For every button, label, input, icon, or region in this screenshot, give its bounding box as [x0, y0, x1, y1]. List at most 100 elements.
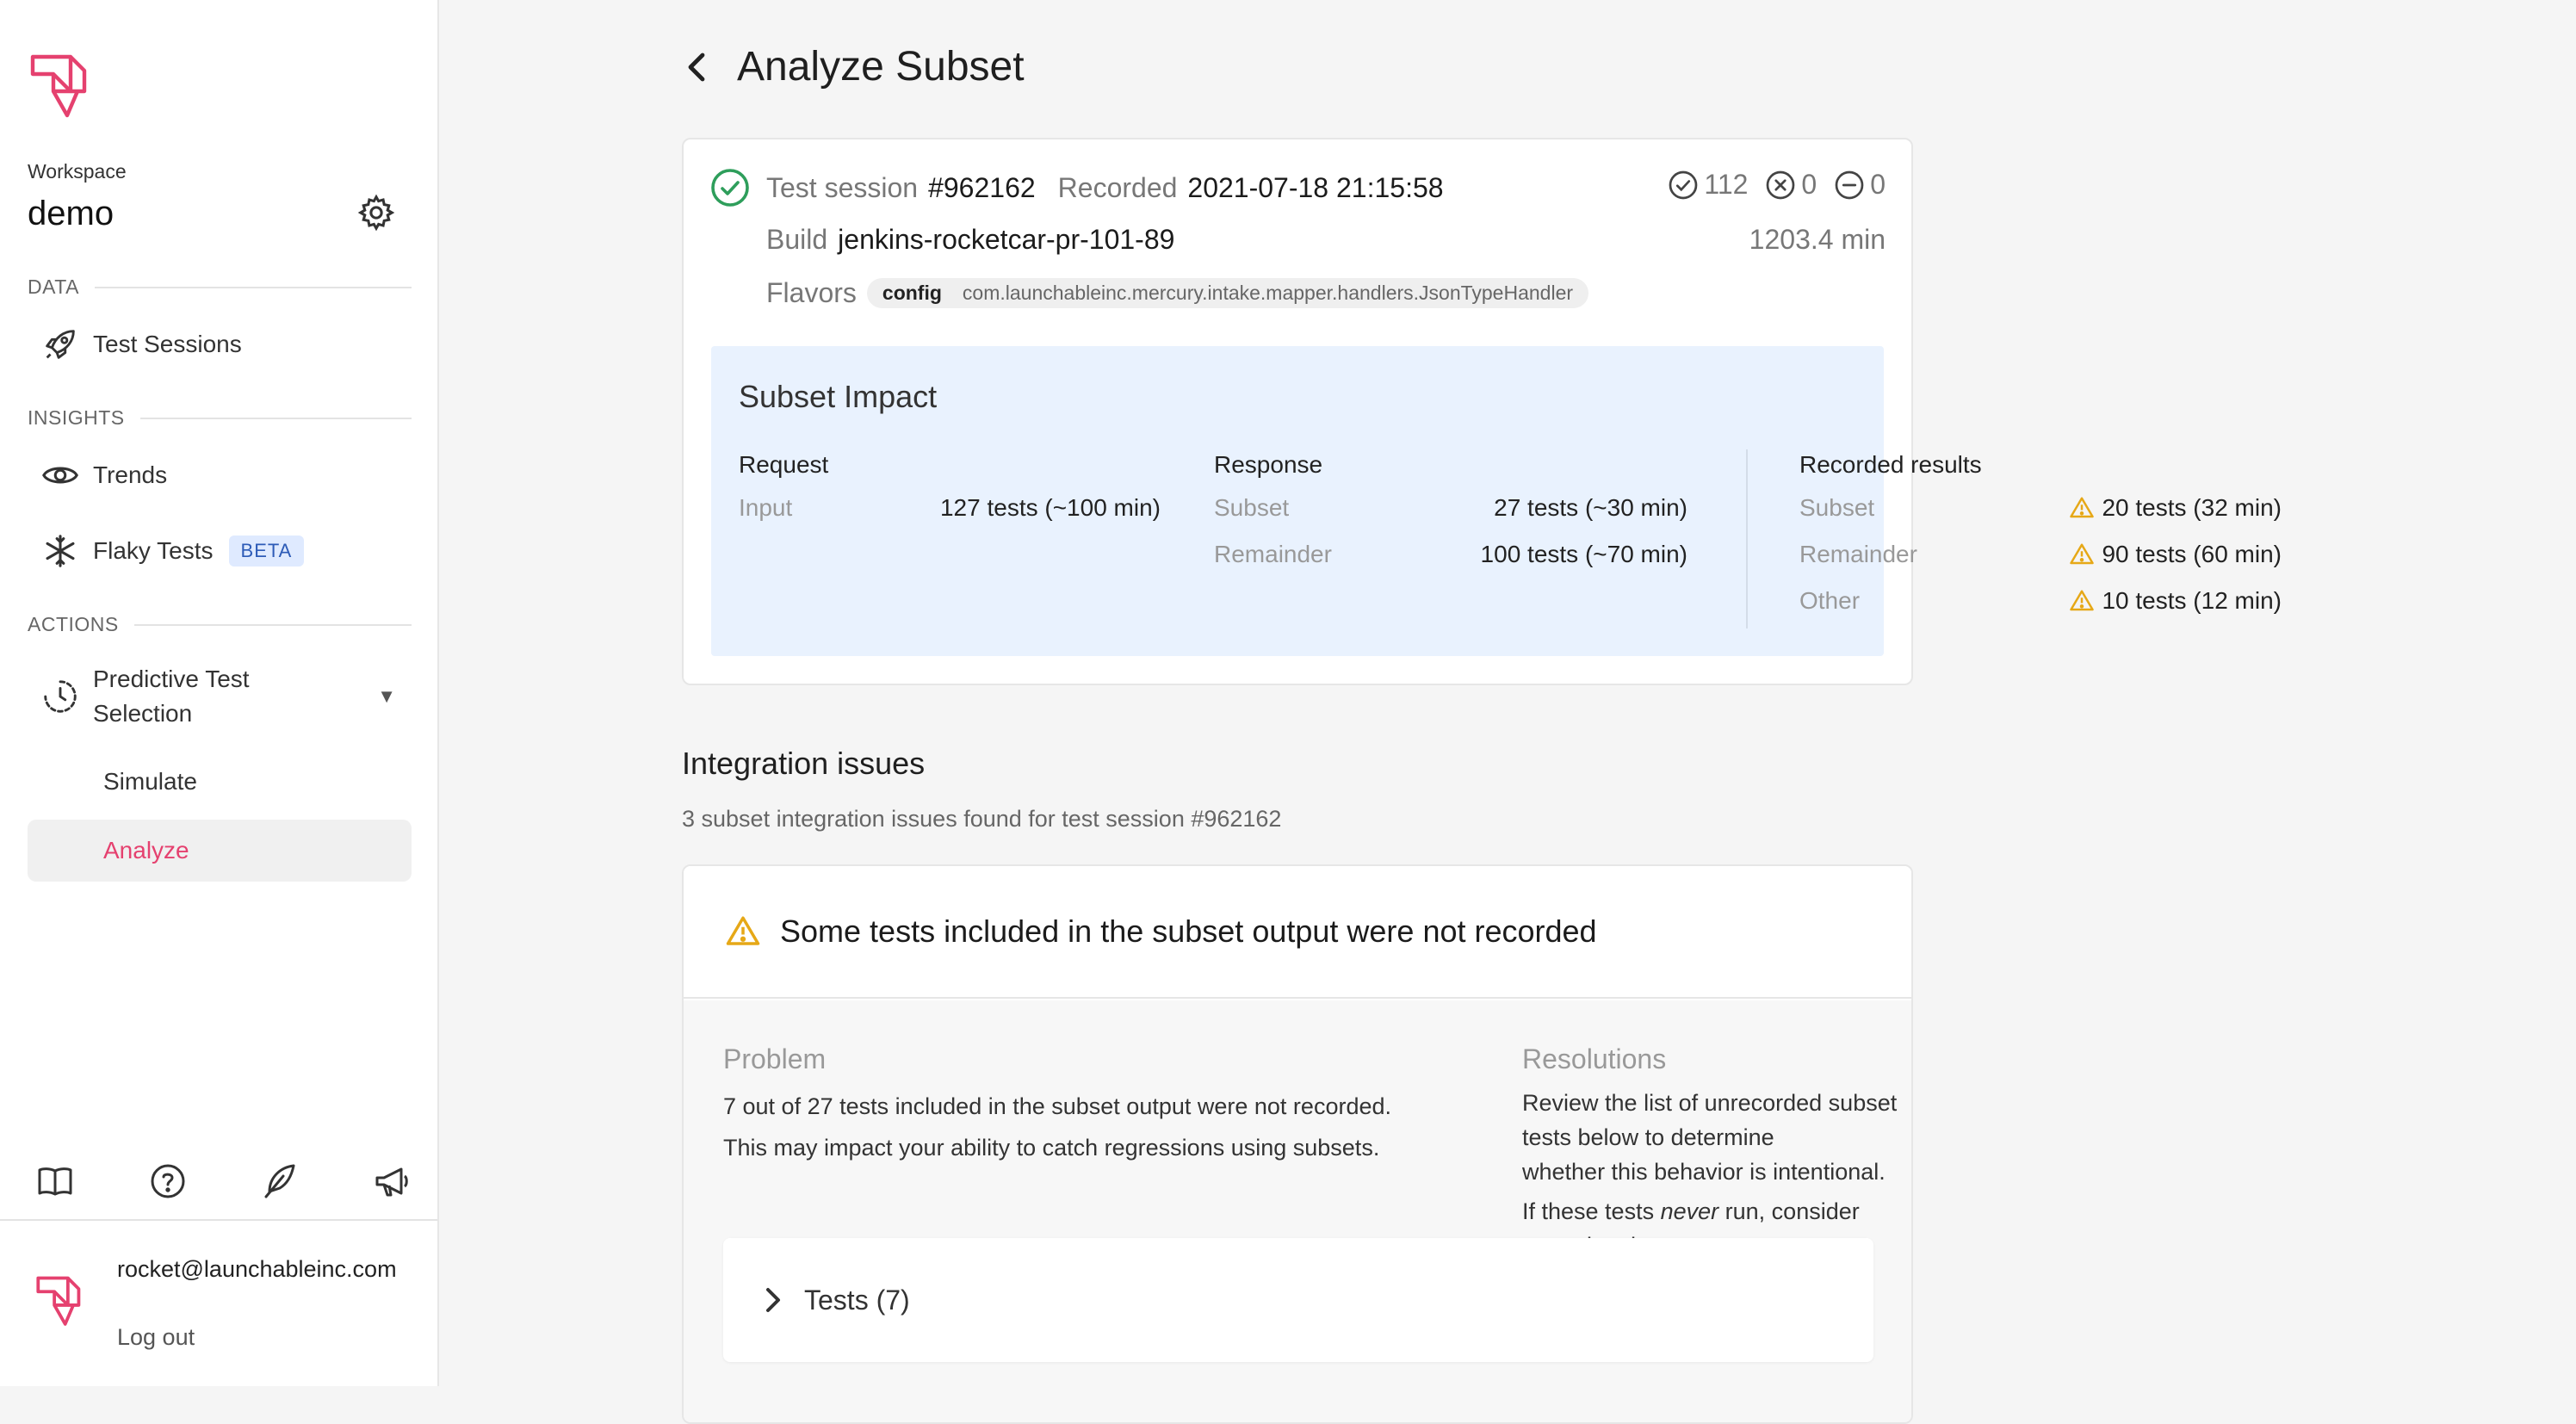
- problem-column: Problem 7 out of 27 tests included in th…: [723, 1043, 1481, 1168]
- recorded-other-row: Other 10 tests (12 min): [1799, 587, 2282, 615]
- sidebar-item-predictive-test-selection[interactable]: Predictive Test Selection ▼: [28, 658, 412, 735]
- user-email: rocket@launchableinc.com: [117, 1256, 397, 1282]
- sidebar-item-flaky-tests[interactable]: Flaky Tests BETA: [28, 520, 412, 582]
- response-head: Response: [1214, 451, 1323, 478]
- flavors-label: Flavors: [766, 277, 857, 308]
- main-content: Analyze Subset Test session #962162 Reco…: [441, 0, 2576, 1424]
- flavor-value: com.launchableinc.mercury.intake.mapper.…: [962, 282, 1574, 304]
- integration-issues-title: Integration issues: [682, 746, 926, 781]
- skipped-count: 0: [1870, 169, 1886, 200]
- actions-section-header: ACTIONS: [28, 613, 412, 636]
- recorded-remainder-row: Remainder 90 tests (60 min): [1799, 541, 2282, 568]
- tests-toggle-label: Tests (7): [804, 1284, 910, 1316]
- passed-count: 112: [1704, 169, 1749, 200]
- input-value: 127 tests (~100 min): [939, 494, 1161, 521]
- failed-icon: [1765, 170, 1796, 201]
- problem-head: Problem: [723, 1043, 827, 1074]
- sidebar-item-label: Flaky Tests: [93, 537, 214, 564]
- recorded-subset-row: Subset 20 tests (32 min): [1799, 494, 2282, 522]
- sidebar-item-analyze[interactable]: Analyze: [28, 820, 412, 882]
- back-chevron-icon[interactable]: [684, 50, 737, 84]
- workspace-label: Workspace: [28, 160, 127, 183]
- input-label: Input: [739, 494, 793, 521]
- issue-card: Some tests included in the subset output…: [682, 864, 1913, 1424]
- sidebar-footer-icons: [34, 1161, 413, 1202]
- problem-text: 7 out of 27 tests included in the subset…: [723, 1086, 1481, 1168]
- resolution-line3-pre: If these tests: [1522, 1198, 1655, 1224]
- flavors-row: Flavors config com.launchableinc.mercury…: [766, 277, 1589, 309]
- subset-impact-panel: Subset Impact Request Input 127 tests (~…: [711, 346, 2282, 656]
- recorded-label: Recorded: [1057, 171, 1178, 203]
- recorded-other-value: 10 tests (12 min): [2102, 587, 2282, 614]
- page-header: Analyze Subset: [684, 43, 1025, 90]
- integration-issues-subtitle: 3 subset integration issues found for te…: [682, 806, 1282, 832]
- insights-section-label: INSIGHTS: [28, 406, 125, 429]
- data-section-label: DATA: [28, 276, 79, 298]
- resolution-text: Review the list of unrecorded subset tes…: [1522, 1086, 1901, 1189]
- resolution-line1: Review the list of unrecorded subset tes…: [1522, 1090, 1898, 1150]
- pts-label-line2: Selection: [93, 700, 193, 727]
- actions-section-label: ACTIONS: [28, 613, 119, 635]
- recorded-subset-value: 20 tests (32 min): [2102, 494, 2282, 521]
- user-divider: [0, 1219, 437, 1221]
- session-counts: 112 0 0: [1668, 169, 1886, 201]
- build-row: Build jenkins-rocketcar-pr-101-89: [766, 224, 1174, 256]
- feather-icon[interactable]: [259, 1161, 300, 1202]
- session-id: #962162: [928, 171, 1036, 203]
- warning-icon: [2069, 542, 2095, 567]
- problem-line2: This may impact your ability to catch re…: [723, 1135, 1380, 1161]
- book-icon[interactable]: [34, 1161, 76, 1202]
- skipped-icon: [1834, 170, 1865, 201]
- megaphone-icon[interactable]: [372, 1161, 413, 1202]
- recorded-remainder-label: Remainder: [1799, 541, 1917, 567]
- data-section-header: DATA: [28, 276, 412, 299]
- caret-down-icon: ▼: [377, 685, 396, 707]
- sidebar-item-test-sessions[interactable]: Test Sessions: [28, 313, 412, 375]
- beta-badge: BETA: [228, 536, 305, 567]
- build-value[interactable]: jenkins-rocketcar-pr-101-89: [838, 224, 1174, 256]
- gear-icon[interactable]: [356, 193, 396, 237]
- duration: 1203.4 min: [1749, 224, 1886, 256]
- issue-body: Problem 7 out of 27 tests included in th…: [684, 1000, 1911, 1422]
- resolution-column: Resolutions Review the list of unrecorde…: [1522, 1043, 1901, 1263]
- failed-count: 0: [1801, 169, 1817, 200]
- request-head: Request: [739, 451, 829, 478]
- recorded-column: Recorded results Subset 20 tests (32 min…: [1799, 451, 2282, 615]
- recorded-subset-label: Subset: [1799, 494, 1875, 521]
- help-icon[interactable]: [147, 1161, 189, 1202]
- subset-impact-title: Subset Impact: [739, 379, 938, 414]
- build-label: Build: [766, 224, 828, 255]
- duration-value: 1203.4 min: [1749, 224, 1886, 255]
- response-remainder-label: Remainder: [1214, 541, 1332, 567]
- user-avatar-logo: [33, 1272, 90, 1335]
- problem-line1: 7 out of 27 tests included in the subset…: [723, 1093, 1391, 1119]
- launchable-logo[interactable]: [26, 50, 98, 128]
- flavor-chip: config com.launchableinc.mercury.intake.…: [866, 278, 1589, 308]
- warning-icon: [725, 913, 761, 950]
- flavor-key: config: [882, 282, 942, 304]
- resolution-head: Resolutions: [1522, 1043, 1667, 1074]
- session-label: Test session: [766, 171, 919, 203]
- page-title: Analyze Subset: [737, 44, 1025, 90]
- session-row: Test session #962162 Recorded 2021-07-18…: [709, 167, 1444, 208]
- warning-icon: [2069, 588, 2095, 614]
- chevron-right-icon: [763, 1286, 782, 1314]
- request-input-row: Input 127 tests (~100 min): [739, 494, 1161, 522]
- response-remainder-row: Remainder 100 tests (~70 min): [1214, 541, 1687, 568]
- workspace-name: demo: [28, 195, 115, 232]
- resolution-line2: whether this behavior is intentional.: [1522, 1159, 1886, 1185]
- request-column: Request Input 127 tests (~100 min): [739, 451, 1161, 522]
- response-subset-label: Subset: [1214, 494, 1290, 521]
- response-subset-value: 27 tests (~30 min): [1494, 494, 1687, 521]
- sidebar: Workspace demo DATA Test Sessions INSIGH…: [0, 0, 439, 1386]
- logout-link[interactable]: Log out: [117, 1324, 195, 1351]
- sidebar-item-trends[interactable]: Trends: [28, 444, 412, 506]
- recorded-value: 2021-07-18 21:15:58: [1187, 171, 1444, 203]
- passed-icon: [1668, 170, 1699, 201]
- sidebar-item-simulate[interactable]: Simulate: [28, 751, 412, 813]
- clock-dashed-icon: [28, 677, 93, 716]
- response-remainder-value: 100 tests (~70 min): [1480, 541, 1687, 567]
- sidebar-item-label: Predictive Test Selection: [93, 662, 250, 731]
- tests-expander[interactable]: Tests (7): [723, 1238, 1873, 1362]
- response-subset-row: Subset 27 tests (~30 min): [1214, 494, 1687, 522]
